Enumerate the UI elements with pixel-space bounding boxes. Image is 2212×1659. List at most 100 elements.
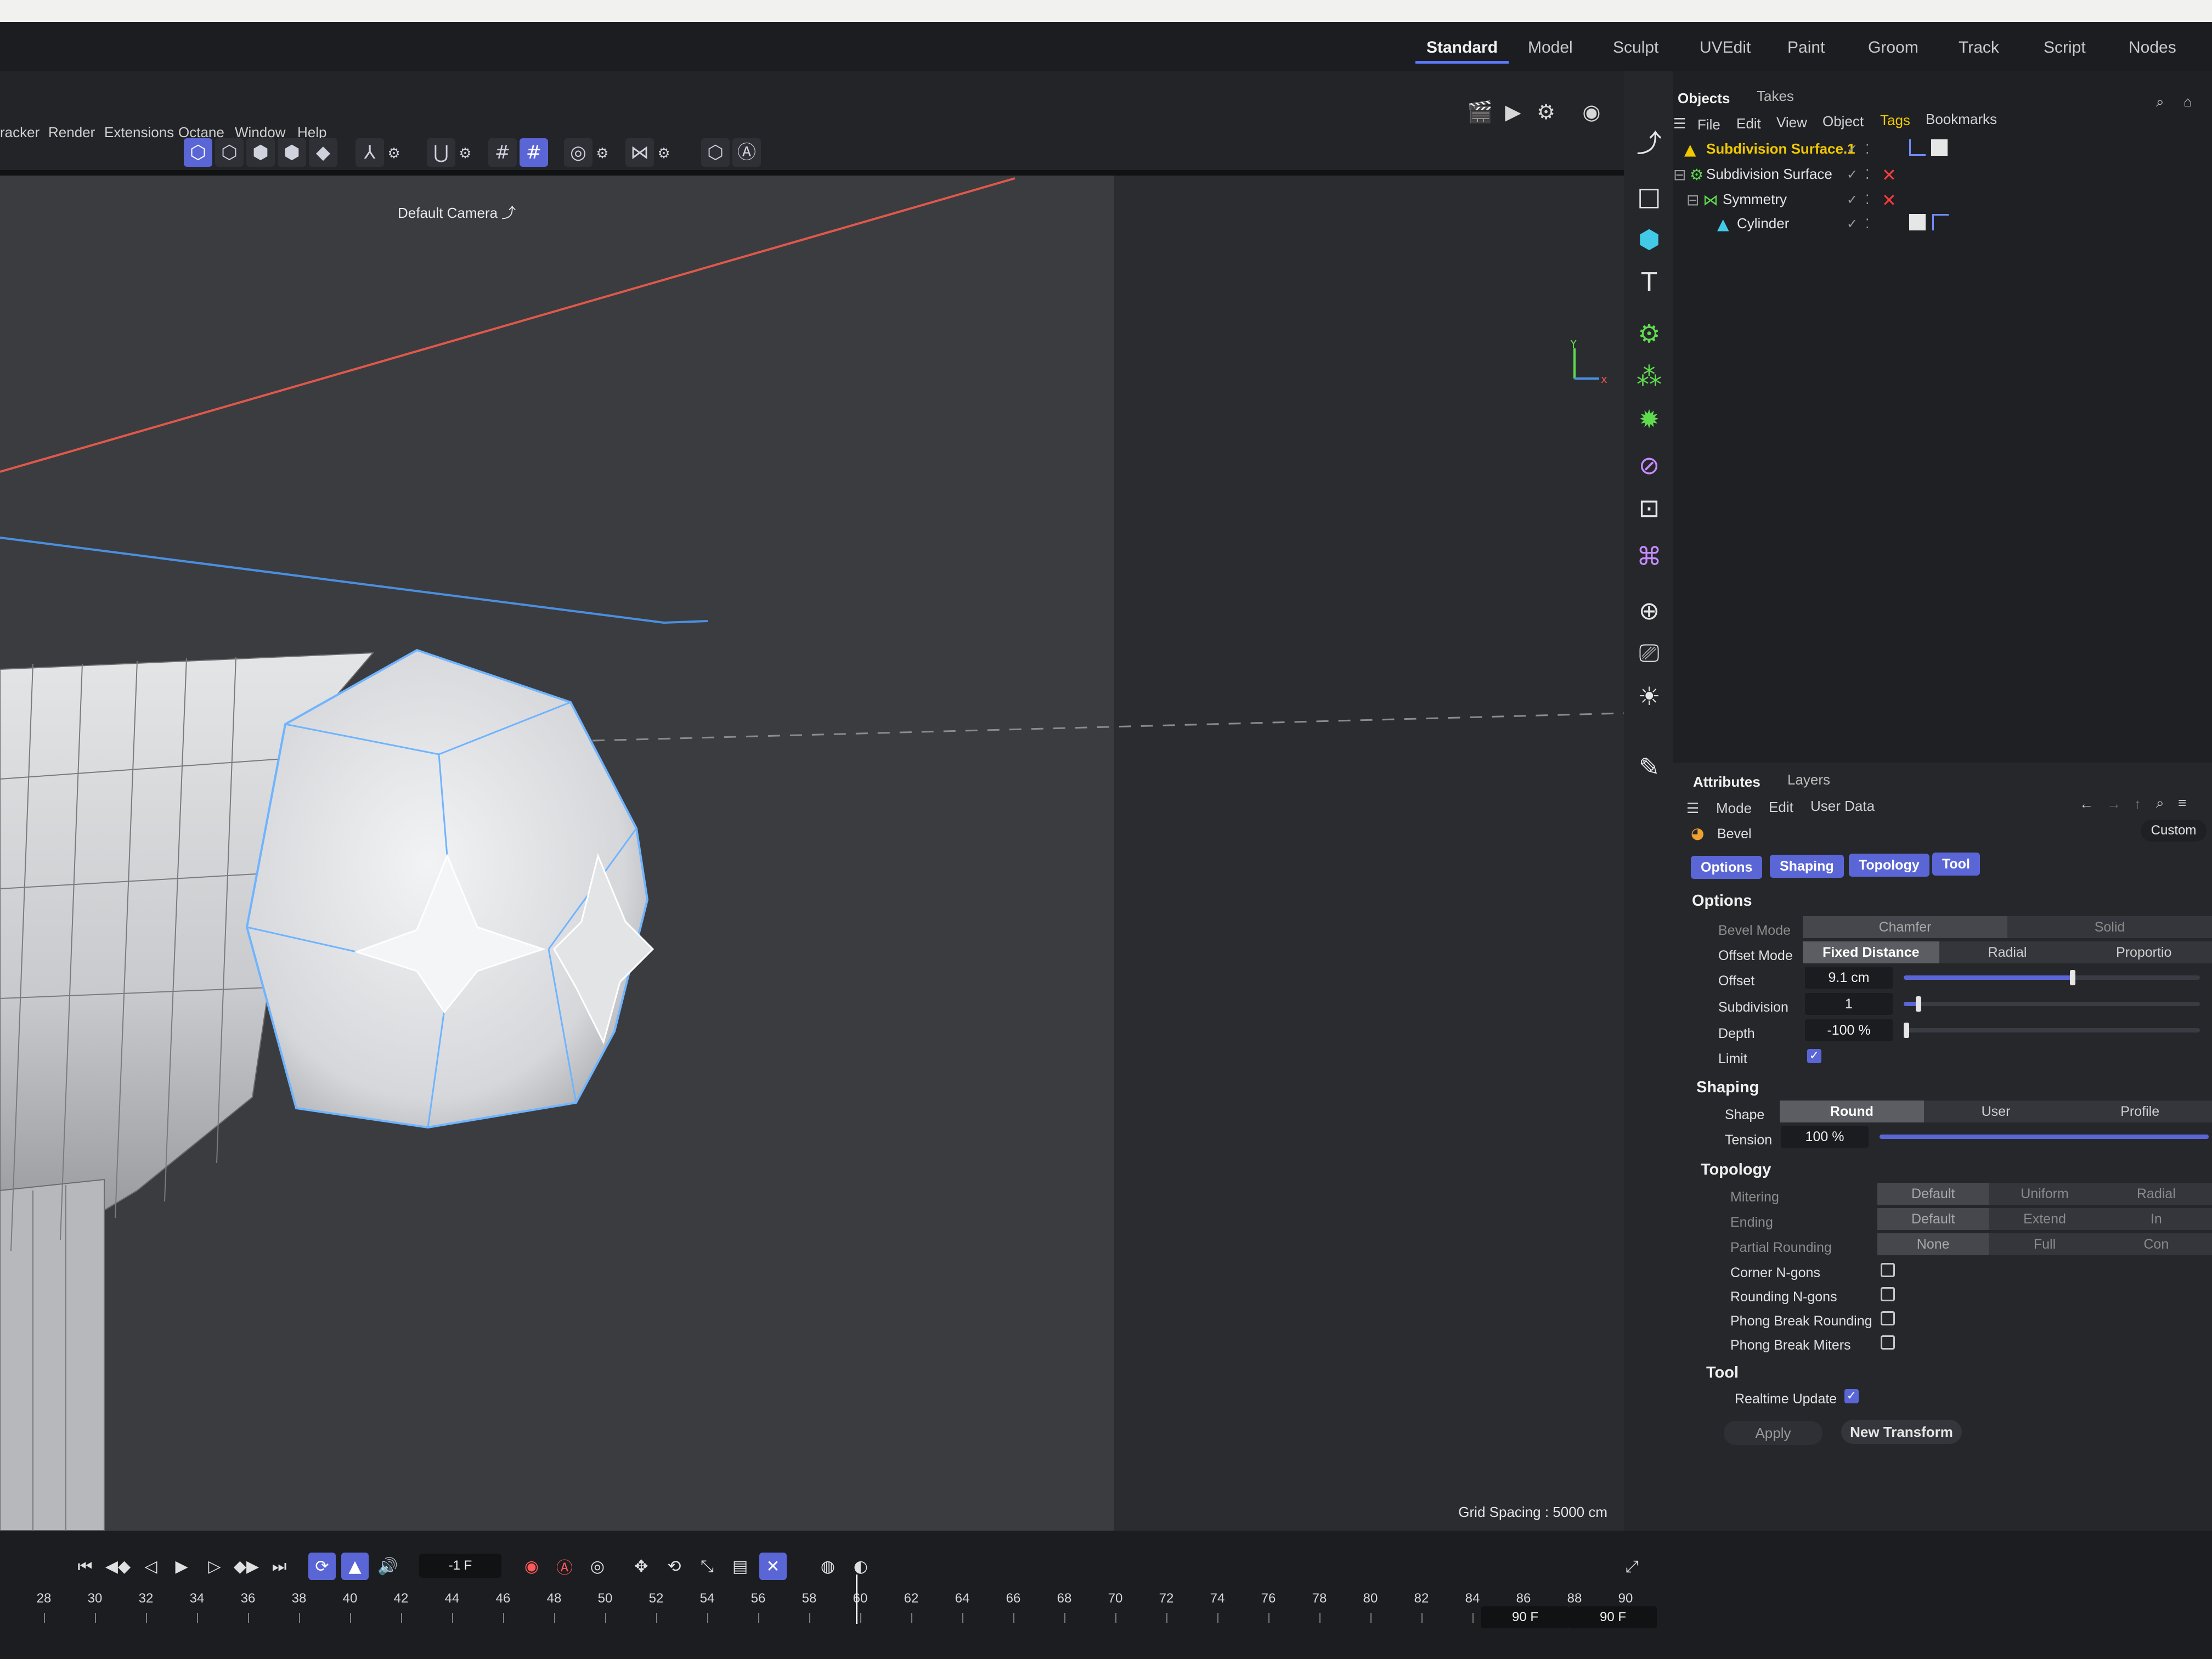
collapse-icon[interactable]: ⊟ (1686, 191, 1699, 209)
workplane-snap-icon[interactable]: # (520, 138, 548, 167)
mitering-radial[interactable]: Radial (2101, 1183, 2212, 1205)
shape-selector[interactable]: Round User Profile (1780, 1101, 2212, 1122)
layout-uvedit[interactable]: UVEdit (1700, 38, 1751, 57)
mitering-uniform[interactable]: Uniform (1989, 1183, 2100, 1205)
objects-menu-tags[interactable]: Tags (1880, 112, 1910, 129)
record-scale-icon[interactable]: ⤡ (693, 1553, 721, 1580)
tension-field[interactable]: 100 % (1781, 1126, 1869, 1148)
viewport[interactable]: Default Camera ⤴ Y x Grid Spacing : 5000… (0, 176, 1624, 1531)
realtime-update-checkbox[interactable]: ✓ (1844, 1389, 1859, 1403)
cube-icon[interactable]: ⬢ (1634, 224, 1664, 255)
partial-rounding-selector[interactable]: None Full Con (1877, 1233, 2212, 1255)
offset-mode-fixed-distance[interactable]: Fixed Distance (1803, 941, 1939, 963)
record-icon[interactable]: ◉ (518, 1553, 545, 1580)
axis-icon[interactable]: ⅄ (356, 138, 384, 167)
offset-slider[interactable] (1904, 970, 2200, 985)
new-transform-button[interactable]: New Transform (1841, 1420, 1962, 1444)
axis-settings-icon[interactable]: ⚙ (384, 144, 404, 163)
ending-inset[interactable]: In (2101, 1208, 2212, 1230)
tension-slider[interactable] (1880, 1135, 2209, 1139)
attributes-menu-edit[interactable]: Edit (1769, 799, 1793, 816)
points-mode-icon[interactable]: ⬡ (215, 138, 244, 167)
edit-tool-icon[interactable]: ✎ (1634, 752, 1664, 782)
go-to-end-icon[interactable]: ⏭ (266, 1553, 293, 1580)
phong-break-rounding-checkbox[interactable] (1881, 1311, 1895, 1325)
move-selection-icon[interactable]: ⤴ (1634, 126, 1664, 158)
corner-ngons-checkbox[interactable] (1881, 1263, 1895, 1277)
object-row-subdivision-surface[interactable]: ⊟ ⚙ Subdivision Surface ✓ ⁚ ✕ (1673, 162, 2212, 187)
subdivision-field[interactable]: 1 (1805, 993, 1893, 1015)
attributes-menu-user-data[interactable]: User Data (1810, 798, 1875, 815)
limit-checkbox[interactable]: ✓ (1807, 1049, 1821, 1063)
bevel-mode-selector[interactable]: Chamfer Solid (1803, 916, 2212, 938)
grid-snap-icon[interactable]: # (488, 138, 517, 167)
render-settings-icon[interactable]: ⚙ (1532, 98, 1560, 126)
offset-mode-proportional[interactable]: Proportio (2075, 941, 2212, 963)
end-frame-field[interactable]: 90 F (1481, 1606, 1569, 1628)
bevel-mode-chamfer[interactable]: Chamfer (1803, 916, 2007, 938)
record-pla-icon[interactable]: ✕ (759, 1553, 787, 1580)
ending-default[interactable]: Default (1877, 1208, 1989, 1230)
menu-render[interactable]: Render (48, 124, 95, 141)
forward-arrow-icon[interactable]: → (2107, 795, 2121, 812)
playhead[interactable] (856, 1575, 857, 1624)
octane-live-icon[interactable]: ◉ (1577, 98, 1606, 126)
record-position-icon[interactable]: ✥ (628, 1553, 655, 1580)
attributes-menu-mode[interactable]: Mode (1716, 800, 1752, 817)
enable-toggle-icon[interactable]: ✓ (1847, 192, 1858, 207)
visibility-dots-icon[interactable]: ⁚ (1865, 167, 1870, 182)
lock-axis-icon[interactable]: ⬡ (701, 138, 730, 167)
offset-mode-selector[interactable]: Fixed Distance Radial Proportio (1803, 941, 2212, 963)
hamburger-icon[interactable]: ☰ (1673, 115, 1686, 132)
disabled-x-icon[interactable]: ✕ (1882, 165, 1897, 185)
phong-tag-icon[interactable] (1932, 214, 1949, 230)
objects-menu-edit[interactable]: Edit (1736, 115, 1761, 132)
visibility-dots-icon[interactable]: ⁚ (1865, 192, 1870, 207)
phong-break-miters-checkbox[interactable] (1881, 1335, 1895, 1350)
disabled-x-icon[interactable]: ✕ (1882, 190, 1897, 211)
menu-tracker[interactable]: racker (0, 124, 40, 141)
filter-icon[interactable]: ≡ (2178, 794, 2186, 811)
object-row-cylinder[interactable]: ▲ Cylinder ✓ ⁚ (1673, 212, 2212, 236)
tab-objects[interactable]: Objects (1678, 90, 1730, 107)
bevel-mode-solid[interactable]: Solid (2007, 916, 2212, 938)
ending-extend[interactable]: Extend (1989, 1208, 2100, 1230)
object-row-symmetry[interactable]: ⊟ ⋈ Symmetry ✓ ⁚ ✕ (1673, 188, 2212, 212)
chip-shaping[interactable]: Shaping (1770, 855, 1844, 878)
soft-selection-icon[interactable]: ◎ (564, 138, 592, 167)
key-interpolation-icon[interactable]: ◐ (847, 1553, 874, 1580)
chip-tool[interactable]: Tool (1932, 853, 1980, 876)
current-frame-field[interactable]: -1 F (419, 1554, 501, 1578)
offset-field[interactable]: 9.1 cm (1805, 967, 1893, 989)
layout-nodes[interactable]: Nodes (2129, 38, 2176, 57)
interpolation-icon[interactable]: ◍ (814, 1553, 842, 1580)
custom-mode-dropdown[interactable]: Custom (2141, 820, 2207, 842)
render-region-icon[interactable]: 🎬 (1466, 98, 1494, 126)
polygons-mode-icon[interactable]: ⬢ (278, 138, 306, 167)
enable-toggle-icon[interactable]: ✓ (1847, 167, 1858, 182)
visibility-dots-icon[interactable]: ⁚ (1865, 216, 1870, 232)
objects-menu-bookmarks[interactable]: Bookmarks (1926, 111, 1997, 128)
enable-toggle-icon[interactable]: ✓ (1847, 216, 1858, 232)
shape-user[interactable]: User (1924, 1101, 2068, 1122)
home-icon[interactable]: ⌂ (2183, 93, 2192, 110)
layout-sculpt[interactable]: Sculpt (1613, 38, 1658, 57)
go-to-start-icon[interactable]: ⏮ (71, 1553, 99, 1580)
record-rotation-icon[interactable]: ⟲ (661, 1553, 688, 1580)
collapse-icon[interactable]: ⊟ (1673, 166, 1686, 184)
light-icon[interactable]: ☀ (1634, 681, 1664, 712)
apply-button[interactable]: Apply (1724, 1421, 1822, 1445)
text-icon[interactable]: T (1634, 267, 1664, 297)
spline-pen-icon[interactable]: ⌘ (1634, 541, 1664, 572)
layout-standard[interactable]: Standard (1415, 38, 1509, 64)
partial-rounding-convex[interactable]: Con (2101, 1233, 2212, 1255)
symmetry-icon[interactable]: ⋈ (625, 138, 654, 167)
back-arrow-icon[interactable]: ← (2079, 795, 2094, 812)
layout-model[interactable]: Model (1528, 38, 1573, 57)
partial-rounding-full[interactable]: Full (1989, 1233, 2100, 1255)
tab-layers[interactable]: Layers (1787, 771, 1830, 788)
mitering-default[interactable]: Default (1877, 1183, 1989, 1205)
ending-selector[interactable]: Default Extend In (1877, 1208, 2212, 1230)
previous-frame-icon[interactable]: ◁ (137, 1553, 165, 1580)
subdivision-generator-icon[interactable]: ⚙ (1634, 318, 1664, 349)
